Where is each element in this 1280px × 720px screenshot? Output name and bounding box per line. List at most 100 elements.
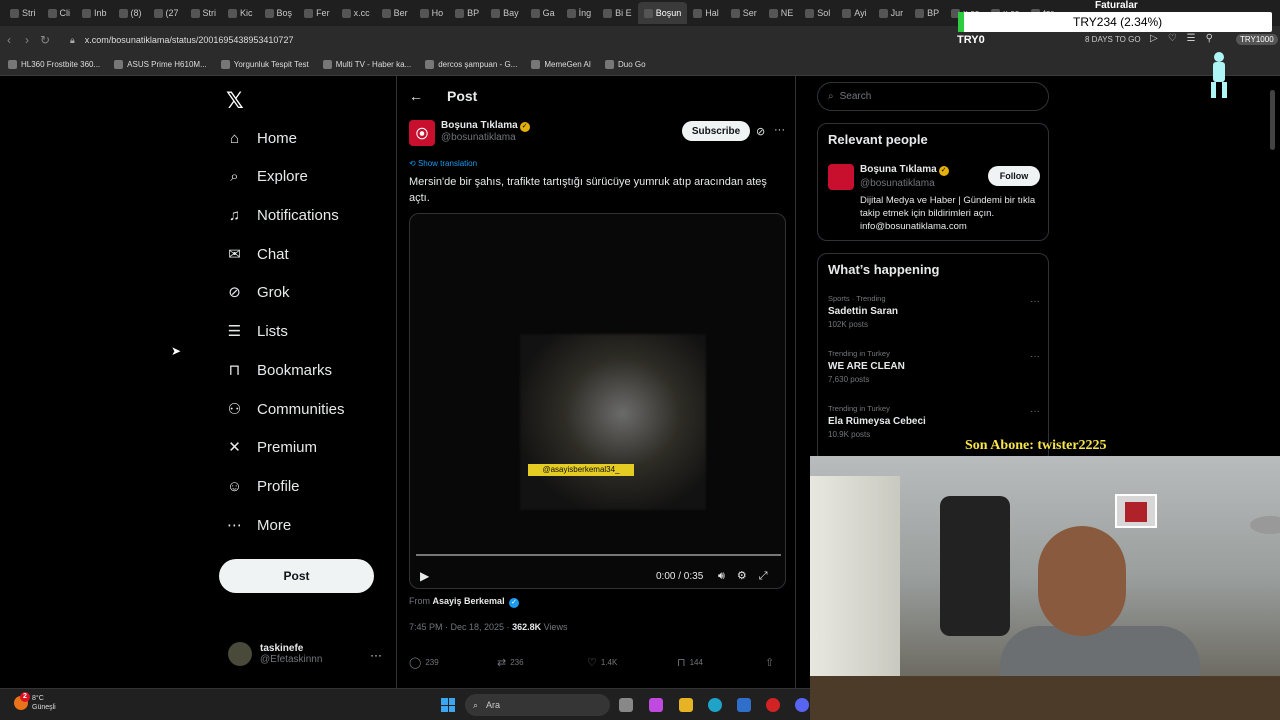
browser-tab[interactable]: Boşun: [637, 2, 688, 24]
bookmark-item[interactable]: Yorgunluk Tespit Test: [220, 60, 309, 69]
bookmark-favicon-icon: [8, 60, 17, 69]
x-logo-icon[interactable]: 𝕏: [226, 88, 244, 114]
trend-more-icon[interactable]: ···: [1030, 351, 1040, 362]
video-player[interactable]: @asayisberkemal34_ ▶ 0:00 / 0:35 🔊︎⚙⤢: [409, 213, 786, 589]
bookmark-item[interactable]: dercos şampuan - G...: [425, 60, 517, 69]
forward-arrow-icon[interactable]: ›: [18, 33, 36, 47]
relevant-person-name[interactable]: Boşuna Tıklama ✓: [860, 164, 949, 176]
browser-tab[interactable]: Stri: [185, 2, 223, 24]
account-switcher[interactable]: taskinefe @Efetaskinnn: [228, 642, 322, 666]
nav-item-grok[interactable]: ⊘ Grok: [226, 280, 289, 304]
source-account-link[interactable]: Asayiş Berkemal: [433, 596, 505, 606]
browser-tab[interactable]: Fer: [298, 2, 336, 24]
post-timestamp[interactable]: 7:45 PM · Dec 18, 2025 ·: [409, 622, 512, 632]
nav-item-bookmarks[interactable]: ⊓ Bookmarks: [226, 358, 332, 382]
discord-icon[interactable]: [795, 698, 809, 712]
opera-icon[interactable]: [766, 698, 780, 712]
nav-item-home[interactable]: ⌂ Home: [226, 126, 297, 150]
relevant-person-avatar[interactable]: [828, 164, 854, 190]
browser-tab[interactable]: Bay: [485, 2, 525, 24]
bookmark-button[interactable]: ⊓ 144: [677, 656, 703, 669]
browser-tab[interactable]: Bi E: [597, 2, 638, 24]
nav-item-more[interactable]: ⋯ More: [226, 513, 291, 537]
browser-tab[interactable]: BP: [449, 2, 485, 24]
like-button[interactable]: ♡ 1.4K: [587, 656, 617, 669]
browser-tab[interactable]: x.cc: [336, 2, 376, 24]
browser-tab[interactable]: Ho: [414, 2, 450, 24]
trend-item[interactable]: Trending in Turkey WE ARE CLEAN 7,630 post…: [828, 349, 1040, 384]
browser-tab[interactable]: Boş: [259, 2, 299, 24]
trend-more-icon[interactable]: ···: [1030, 406, 1040, 417]
reload-icon[interactable]: ↻: [36, 33, 54, 47]
task-view-icon[interactable]: [619, 698, 633, 712]
page-scrollbar[interactable]: [1270, 90, 1275, 150]
browser-tab[interactable]: NE: [763, 2, 800, 24]
nav-item-profile[interactable]: ☺ Profile: [226, 474, 300, 498]
back-arrow-icon[interactable]: ‹: [0, 33, 18, 47]
grok-icon[interactable]: ⊘: [756, 125, 765, 138]
compose-post-button[interactable]: Post: [219, 559, 374, 593]
bookmark-item[interactable]: Multi TV - Haber ka...: [322, 60, 411, 69]
browser-tab[interactable]: İng: [561, 2, 598, 24]
back-arrow-icon[interactable]: ←: [409, 88, 423, 104]
post-more-icon[interactable]: ···: [774, 124, 785, 136]
nav-item-premium[interactable]: ✕ Premium: [226, 435, 317, 459]
browser-tab-label: Sol: [817, 8, 831, 18]
video-progress-bar[interactable]: [416, 554, 781, 556]
nav-item-explore[interactable]: ⌕ Explore: [226, 164, 308, 188]
bookmark-item[interactable]: Duo Go: [605, 60, 646, 69]
browser-tab[interactable]: Jur: [873, 2, 910, 24]
browser-tab[interactable]: (8): [113, 2, 148, 24]
webcam-wall-frame: [1115, 494, 1157, 528]
taskbar-search-input[interactable]: ⌕ Ara: [465, 694, 610, 716]
play-icon[interactable]: ▶: [420, 569, 429, 583]
taskbar-search-placeholder: Ara: [486, 700, 501, 710]
browser-tab[interactable]: Kic: [222, 2, 259, 24]
browser-tab[interactable]: Stri: [4, 2, 42, 24]
browser-tab[interactable]: Ser: [725, 2, 763, 24]
author-name[interactable]: Boşuna Tıklama ✓: [441, 120, 530, 132]
search-placeholder: Search: [839, 91, 872, 102]
post-author[interactable]: ⦿ Boşuna Tıklama ✓ @bosunatiklama: [409, 120, 530, 146]
bookmark-item[interactable]: MemeGen AI: [531, 60, 591, 69]
reply-button[interactable]: ◯ 239: [409, 656, 439, 669]
browser-tab[interactable]: Cli: [42, 2, 77, 24]
follow-button[interactable]: Follow: [988, 166, 1040, 186]
gmail-icon: [82, 8, 91, 18]
edge-icon[interactable]: [708, 698, 722, 712]
store-icon[interactable]: [737, 698, 751, 712]
browser-tab[interactable]: Sol: [799, 2, 836, 24]
bookmark-item[interactable]: HL360 Frostbite 360...: [8, 60, 100, 69]
file-explorer-icon[interactable]: [679, 698, 693, 712]
nav-item-communities[interactable]: ⚇ Communities: [226, 397, 345, 421]
nav-item-notifications[interactable]: ♫ Notifications: [226, 203, 339, 227]
show-translation-link[interactable]: ⟲ Show translation: [409, 159, 477, 168]
browser-tab[interactable]: (27: [148, 2, 185, 24]
browser-tab[interactable]: Ayi: [836, 2, 872, 24]
nav-item-lists[interactable]: ☰ Lists: [226, 319, 288, 343]
search-input[interactable]: ⌕ Search: [817, 82, 1049, 111]
video-control-icons[interactable]: 🔊︎⚙⤢: [718, 569, 780, 583]
browser-tab[interactable]: BP: [909, 2, 945, 24]
trend-item[interactable]: Trending in Turkey Ela Rümeysa Cebeci 10.9…: [828, 404, 1040, 439]
windows-start-icon[interactable]: [441, 698, 455, 712]
browser-tab[interactable]: Ber: [376, 2, 414, 24]
browser-tab[interactable]: Ga: [525, 2, 561, 24]
browser-toolbar-icons[interactable]: ▷♡☰⚲: [1150, 33, 1223, 44]
repost-button[interactable]: ⇄ 236: [497, 656, 524, 669]
share-button[interactable]: ⇧: [765, 656, 774, 669]
account-more-icon[interactable]: ···: [370, 648, 382, 662]
url-field[interactable]: 🔒︎ x.com/bosunatiklama/status/20016954389…: [70, 35, 293, 46]
browser-tab[interactable]: Hal: [687, 2, 725, 24]
bookmark-item[interactable]: ASUS Prime H610M...: [114, 60, 207, 69]
trend-more-icon[interactable]: ···: [1030, 296, 1040, 307]
browser-tab[interactable]: Inb: [76, 2, 113, 24]
subscribe-button[interactable]: Subscribe: [682, 121, 750, 141]
browser-tab-label: Stri: [202, 8, 217, 18]
author-avatar[interactable]: ⦿: [409, 120, 435, 146]
weather-widget[interactable]: 2 8°C Güneşli: [14, 692, 56, 712]
browser-tab-label: Ga: [542, 8, 555, 18]
trend-item[interactable]: Sports · Trending Sadettin Saran 102K post…: [828, 294, 1040, 329]
copilot-icon[interactable]: [649, 698, 663, 712]
nav-item-chat[interactable]: ✉ Chat: [226, 242, 288, 266]
